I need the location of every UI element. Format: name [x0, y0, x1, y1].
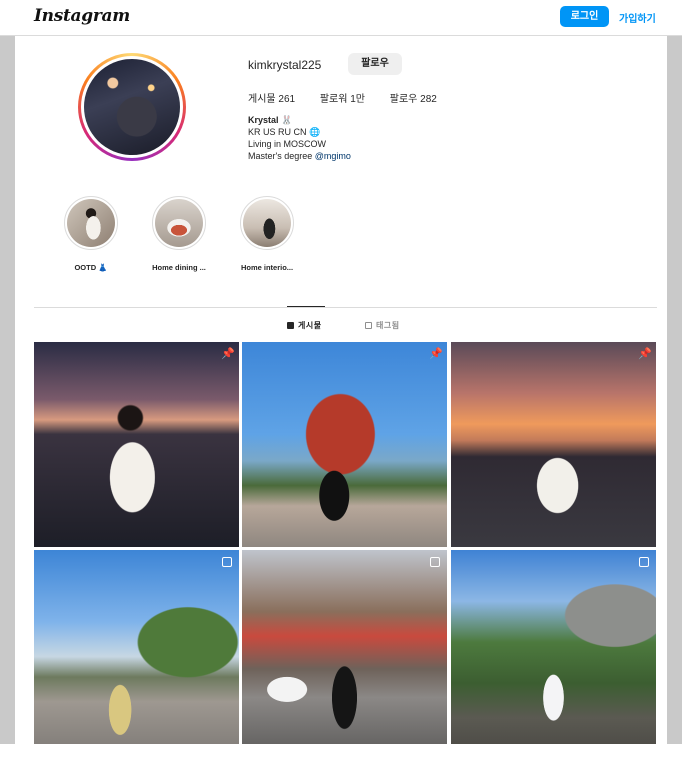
posts-count: 게시물 261 [248, 94, 296, 105]
highlight-item[interactable]: OOTD 👗 [56, 196, 126, 272]
login-button[interactable]: 로그인 [560, 6, 609, 27]
instagram-logo[interactable]: Instagram [34, 6, 130, 26]
tab-tagged[interactable]: 태그됨 [365, 320, 400, 331]
bio-line: KR US RU CN 🌐 [248, 127, 321, 137]
grid-icon [287, 322, 294, 329]
multiple-photos-icon [222, 557, 232, 567]
post-thumbnail[interactable] [34, 550, 239, 744]
profile-stats: 게시물 261 팔로워 1만 팔로우 282 [248, 90, 459, 105]
post-thumbnail[interactable] [451, 550, 656, 744]
highlight-label: Home interio... [240, 263, 294, 272]
tab-posts-label: 게시물 [298, 321, 322, 330]
multiple-photos-icon [639, 557, 649, 567]
post-thumbnail[interactable]: 📌 [34, 342, 239, 547]
post-thumbnail[interactable] [242, 550, 447, 744]
bio-line: Living in MOSCOW [248, 139, 327, 149]
bio-text: Master's degree [248, 151, 315, 161]
tab-posts[interactable]: 게시물 [287, 320, 322, 331]
pin-icon: 📌 [221, 348, 235, 360]
pin-icon: 📌 [429, 348, 443, 360]
multiple-photos-icon [430, 557, 440, 567]
tab-tagged-label: 태그됨 [376, 321, 400, 330]
top-navigation-bar: Instagram 로그인 가입하기 [0, 0, 682, 36]
signup-link[interactable]: 가입하기 [619, 10, 656, 25]
profile-page: kimkrystal225 팔로우 게시물 261 팔로워 1만 팔로우 282… [15, 36, 667, 744]
profile-bio: Krystal 🐰 KR US RU CN 🌐 Living in MOSCOW… [248, 114, 351, 162]
highlight-cover-image [67, 199, 115, 247]
bio-name: Krystal 🐰 [248, 115, 293, 125]
bio-line: Master's degree @mgimo [248, 150, 351, 162]
highlight-item[interactable]: Home dining ... [144, 196, 214, 272]
pin-icon: 📌 [638, 348, 652, 360]
highlight-cover-image [243, 199, 291, 247]
follow-button[interactable]: 팔로우 [348, 53, 402, 75]
profile-username: kimkrystal225 [248, 58, 322, 72]
active-tab-indicator [287, 306, 325, 307]
avatar-image [84, 59, 180, 155]
post-thumbnail[interactable]: 📌 [451, 342, 656, 547]
post-thumbnail[interactable]: 📌 [242, 342, 447, 547]
bottom-overlay-strip [0, 744, 682, 759]
profile-avatar[interactable] [78, 53, 186, 161]
highlight-cover-image [155, 199, 203, 247]
highlight-item[interactable]: Home interio... [232, 196, 302, 272]
following-count[interactable]: 팔로우 282 [390, 94, 437, 105]
followers-count[interactable]: 팔로워 1만 [320, 94, 365, 105]
highlight-label: OOTD 👗 [74, 263, 108, 272]
tagged-icon [365, 322, 372, 329]
tabs-divider [34, 307, 657, 308]
highlight-label: Home dining ... [152, 263, 206, 272]
bio-mention-link[interactable]: @mgimo [315, 151, 351, 161]
